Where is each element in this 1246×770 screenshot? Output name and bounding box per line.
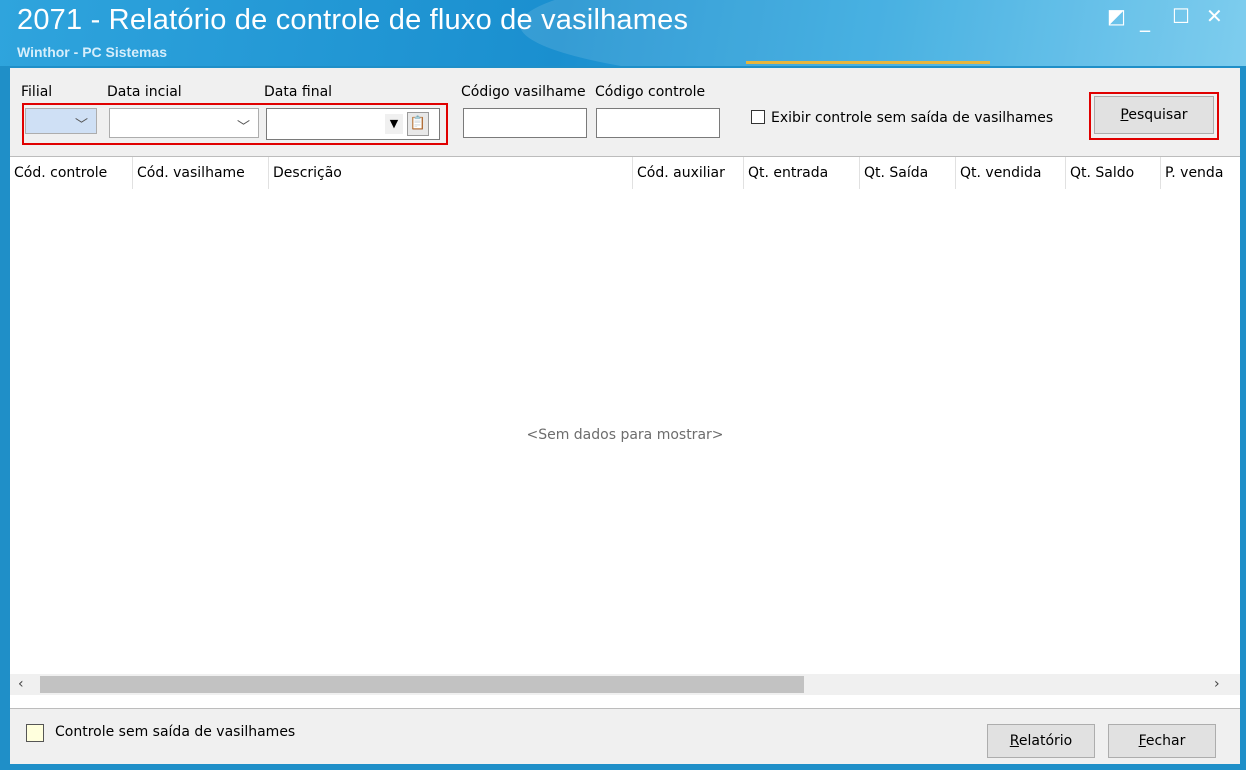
close-icon[interactable]: ✕ (1206, 6, 1223, 26)
fechar-button[interactable]: Fechar (1108, 724, 1216, 758)
scroll-left-icon[interactable]: ‹ (18, 674, 24, 695)
relatorio-button[interactable]: Relatório (987, 724, 1095, 758)
date-filter-highlight (22, 103, 448, 145)
legend-color-swatch (26, 724, 44, 742)
column-header-qt-saldo[interactable]: Qt. Saldo (1066, 157, 1161, 189)
column-header-p-venda[interactable]: P. venda (1161, 157, 1232, 189)
data-inicial-label: Data incial (107, 84, 182, 100)
filial-label: Filial (21, 84, 53, 100)
codigo-controle-label: Código controle (595, 84, 706, 100)
fechar-accelerator: F (1138, 733, 1146, 749)
pesquisar-button[interactable]: Pesquisar (1094, 96, 1214, 134)
window-title: 2071 - Relatório de controle de fluxo de… (17, 4, 689, 36)
codigo-controle-input[interactable] (596, 108, 720, 138)
window-subtitle: Winthor - PC Sistemas (17, 44, 168, 60)
column-header-qt-saida[interactable]: Qt. Saída (860, 157, 956, 189)
relatorio-accelerator: R (1009, 733, 1019, 749)
maximize-icon[interactable]: ☐ (1172, 6, 1190, 26)
column-header-descricao[interactable]: Descrição (269, 157, 633, 189)
exibir-controle-checkbox[interactable] (751, 110, 765, 124)
title-bar: 2071 - Relatório de controle de fluxo de… (0, 0, 1246, 66)
empty-grid-message: <Sem dados para mostrar> (526, 427, 724, 443)
minimize-icon[interactable]: _ (1140, 10, 1150, 30)
column-header-cod-auxiliar[interactable]: Cód. auxiliar (633, 157, 744, 189)
column-header-qt-entrada[interactable]: Qt. entrada (744, 157, 860, 189)
window-client-area: Filial ﹀ Data incial ﹀ Data final ▼ 📋 Có… (10, 68, 1240, 764)
column-header-cod-vasilhame[interactable]: Cód. vasilhame (133, 157, 269, 189)
restore-icon[interactable]: ◩ (1107, 6, 1126, 26)
legend-label: Controle sem saída de vasilhames (55, 724, 296, 740)
exibir-controle-label[interactable]: Exibir controle sem saída de vasilhames (771, 110, 1053, 126)
horizontal-scrollbar[interactable]: ‹ › (10, 674, 1240, 695)
codigo-vasilhame-input[interactable] (463, 108, 587, 138)
data-final-label: Data final (264, 84, 333, 100)
fechar-label: echar (1145, 733, 1186, 749)
results-grid[interactable]: Cód. controle Cód. vasilhame Descrição C… (10, 156, 1240, 709)
codigo-vasilhame-label: Código vasilhame (461, 84, 586, 100)
title-accent-line (746, 61, 990, 64)
scroll-right-icon[interactable]: › (1214, 674, 1220, 695)
scrollbar-thumb[interactable] (40, 676, 804, 693)
column-header-qt-vendida[interactable]: Qt. vendida (956, 157, 1066, 189)
relatorio-label: elatório (1018, 733, 1073, 749)
pesquisar-label: esquisar (1128, 107, 1188, 123)
column-header-cod-controle[interactable]: Cód. controle (10, 157, 133, 189)
